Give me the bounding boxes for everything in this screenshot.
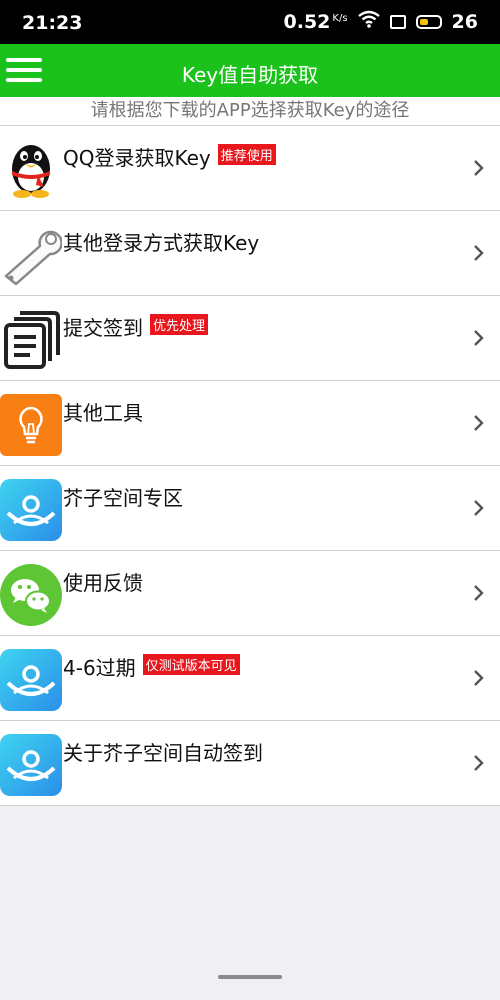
lightbulb-icon	[0, 394, 62, 456]
chevron-right-icon	[470, 414, 486, 432]
list-item-other-login[interactable]: 其他登录方式获取Key	[0, 211, 500, 296]
jiezi-space-icon	[0, 734, 62, 796]
item-label: 芥子空间专区	[63, 482, 183, 511]
list-item-feedback[interactable]: 使用反馈	[0, 551, 500, 636]
list-item-about-auto-checkin[interactable]: 关于芥子空间自动签到	[0, 721, 500, 806]
option-list: QQ登录获取Key 推荐使用 其他登录方式获取Key 提交签到 优先处理 其他工…	[0, 126, 500, 806]
app-bar: Key值自助获取	[0, 44, 500, 97]
list-item-expiry[interactable]: 4-6过期 仅测试版本可见	[0, 636, 500, 721]
item-label: 其他登录方式获取Key	[63, 227, 259, 256]
list-item-qq-login[interactable]: QQ登录获取Key 推荐使用	[0, 126, 500, 211]
recommend-badge: 推荐使用	[217, 144, 276, 165]
item-label-text: 4-6过期	[63, 656, 136, 680]
item-label-text: QQ登录获取Key	[63, 146, 211, 170]
item-label: 关于芥子空间自动签到	[63, 737, 263, 766]
chevron-right-icon	[470, 584, 486, 602]
item-label: 其他工具	[63, 397, 143, 426]
battery-icon	[415, 14, 442, 29]
item-label-text: 关于芥子空间自动签到	[63, 741, 263, 765]
list-item-other-tools[interactable]: 其他工具	[0, 381, 500, 466]
list-item-jiezi-zone[interactable]: 芥子空间专区	[0, 466, 500, 551]
instruction-text: 请根据您下载的APP选择获取Key的途径	[0, 97, 500, 126]
wrench-icon	[0, 224, 62, 286]
test-version-badge: 仅测试版本可见	[142, 654, 240, 675]
item-label: 提交签到 优先处理	[63, 312, 209, 341]
item-label: 4-6过期 仅测试版本可见	[63, 652, 240, 681]
network-speed-unit: K/s	[332, 12, 348, 24]
item-label-text: 芥子空间专区	[63, 486, 183, 510]
status-bar: 21:23 0.52 K/s 26	[0, 0, 500, 44]
jiezi-space-icon	[0, 479, 62, 541]
chevron-right-icon	[470, 669, 486, 687]
chevron-right-icon	[470, 159, 486, 177]
app-title: Key值自助获取	[181, 63, 319, 87]
network-speed: 0.52 K/s	[284, 11, 348, 33]
list-item-submit-checkin[interactable]: 提交签到 优先处理	[0, 296, 500, 381]
battery-level: 26	[451, 10, 478, 33]
item-label: 使用反馈	[63, 567, 143, 596]
priority-badge: 优先处理	[150, 314, 209, 335]
item-label-text: 使用反馈	[63, 571, 143, 595]
home-indicator[interactable]	[218, 975, 282, 979]
item-label-text: 其他工具	[63, 401, 143, 425]
item-label-text: 其他登录方式获取Key	[63, 231, 260, 255]
status-indicators: 0.52 K/s 26	[284, 10, 478, 33]
chevron-right-icon	[470, 244, 486, 262]
chevron-right-icon	[470, 499, 486, 517]
status-time: 21:23	[22, 12, 83, 34]
wifi-icon	[357, 10, 380, 33]
network-speed-value: 0.52	[283, 10, 331, 33]
screen-icon	[389, 14, 406, 29]
jiezi-space-icon	[0, 649, 62, 711]
chevron-right-icon	[470, 329, 486, 347]
item-label-text: 提交签到	[63, 316, 143, 340]
chevron-right-icon	[470, 754, 486, 772]
qq-penguin-icon	[0, 139, 62, 201]
item-label: QQ登录获取Key 推荐使用	[63, 142, 276, 171]
documents-icon	[0, 309, 62, 371]
wechat-icon	[0, 564, 62, 626]
